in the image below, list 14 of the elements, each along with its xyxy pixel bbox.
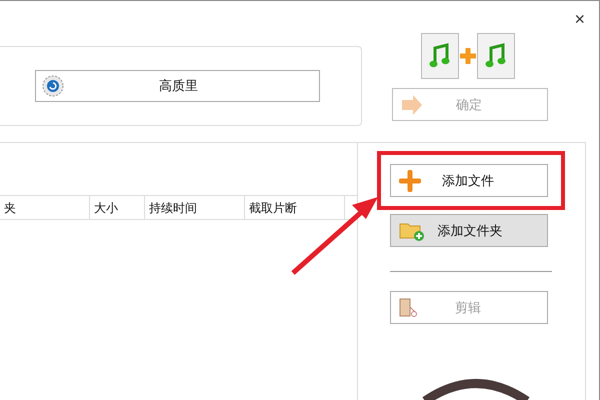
gear-icon xyxy=(42,75,64,97)
music-note-icon xyxy=(429,42,451,70)
plus-icon xyxy=(399,170,421,192)
column-header[interactable]: 夹 xyxy=(0,196,90,219)
column-header[interactable]: 大小 xyxy=(90,196,145,219)
plus-icon xyxy=(459,47,477,65)
arrow-right-icon xyxy=(401,94,423,114)
column-header[interactable]: 截取片断 xyxy=(245,196,345,219)
add-file-button[interactable]: 添加文件 xyxy=(390,164,548,197)
column-header[interactable]: 持续时间 xyxy=(145,196,245,219)
music-note-icon xyxy=(485,42,507,70)
close-button[interactable]: × xyxy=(574,5,585,33)
quality-button[interactable]: 高质里 xyxy=(35,70,320,102)
add-folder-button[interactable]: 添加文件夹 xyxy=(390,214,548,247)
